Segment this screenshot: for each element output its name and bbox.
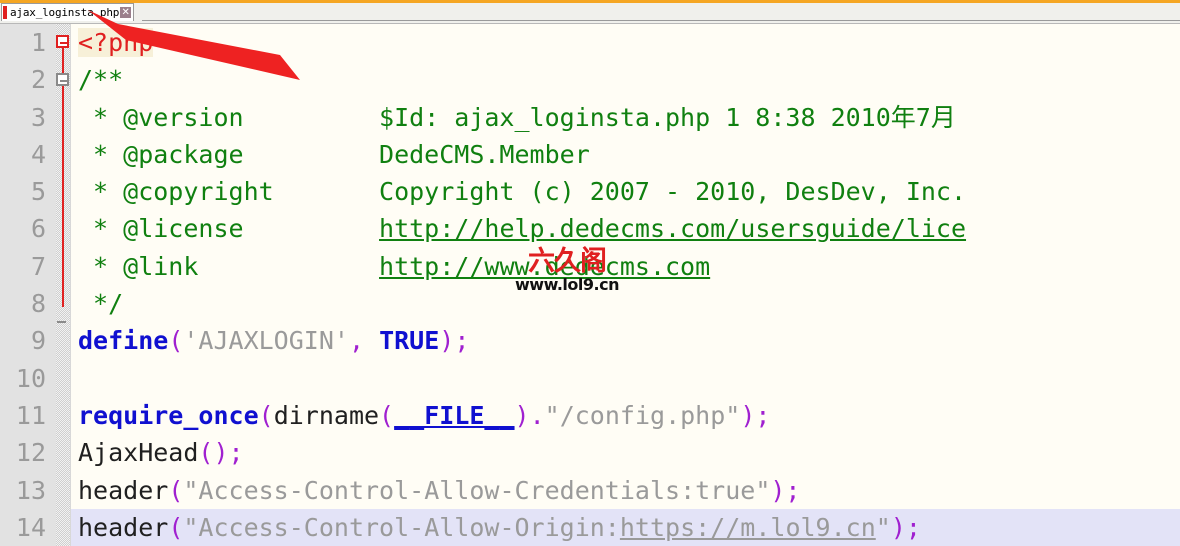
code-line[interactable]: 12 AjaxHead(); xyxy=(0,434,1180,471)
close-icon[interactable]: ✕ xyxy=(120,7,132,18)
code-token: * @copyright Copyright (c) 2007 - 2010, … xyxy=(78,177,967,207)
code-token: . xyxy=(529,400,545,430)
code-token: (); xyxy=(198,438,244,468)
code-line[interactable]: 1 <?php xyxy=(0,24,1180,61)
editor-area[interactable]: 1 <?php 2 /** 3 * @version $Id: ajax_loginst… xyxy=(0,24,1180,546)
tab-bar-empty-area xyxy=(142,3,1180,21)
code-lines: 1 <?php 2 /** 3 * @version $Id: ajax_loginst… xyxy=(0,24,1180,546)
code-token: AjaxHead xyxy=(78,438,199,468)
code-token: */ xyxy=(78,289,124,319)
code-line[interactable]: 4 * @package DedeCMS.Member xyxy=(0,136,1180,173)
line-number: 8 xyxy=(30,289,46,319)
code-line[interactable]: 6 * @license http://help.dedecms.com/use… xyxy=(0,210,1180,247)
code-text[interactable]: header("Access-Control-Allow-Credentials… xyxy=(78,472,800,509)
line-number: 6 xyxy=(30,214,46,244)
code-token: header xyxy=(78,475,169,505)
code-token: http://www.dedecms.com xyxy=(379,251,711,281)
code-token: * @package DedeCMS.Member xyxy=(78,139,590,169)
line-number: 4 xyxy=(30,139,46,169)
code-token: , xyxy=(348,326,365,356)
code-line[interactable]: 5 * @copyright Copyright (c) 2007 - 2010… xyxy=(0,173,1180,210)
code-token: require_once xyxy=(78,400,259,430)
line-number: 2 xyxy=(30,65,46,95)
code-text[interactable]: * @copyright Copyright (c) 2007 - 2010, … xyxy=(78,173,966,210)
line-number: 9 xyxy=(30,326,46,356)
code-token: "/config.php" xyxy=(544,400,741,430)
code-text[interactable]: * @license http://help.dedecms.com/users… xyxy=(78,210,966,247)
code-text[interactable]: /** xyxy=(78,61,123,98)
code-text[interactable]: AjaxHead(); xyxy=(78,434,244,471)
line-number: 5 xyxy=(30,177,46,207)
code-token: ); xyxy=(740,400,771,430)
code-token: " xyxy=(875,512,891,542)
code-token: "Access-Control-Allow-Credentials:true" xyxy=(183,475,771,505)
code-text[interactable]: * @package DedeCMS.Member xyxy=(78,136,590,173)
code-line[interactable]: 7 * @link http://www.dedecms.com xyxy=(0,248,1180,285)
code-text[interactable]: * @version $Id: ajax_loginsta.php 1 8:38… xyxy=(78,99,956,136)
code-token: http://help.dedecms.com/usersguide/lice xyxy=(379,214,967,244)
code-token: * @link xyxy=(78,251,380,281)
code-line[interactable]: 10 xyxy=(0,360,1180,397)
line-number: 1 xyxy=(30,28,46,57)
code-token: dirname xyxy=(273,400,380,430)
code-line[interactable]: 3 * @version $Id: ajax_loginsta.php 1 8:… xyxy=(0,99,1180,136)
code-line[interactable]: 13 header("Access-Control-Allow-Credentia… xyxy=(0,472,1180,509)
line-number: 11 xyxy=(15,400,46,430)
code-token: "Access-Control-Allow-Origin: xyxy=(183,512,620,542)
code-token: /** xyxy=(78,65,124,95)
code-line[interactable]: 11 require_once(dirname(__FILE__)."/confi… xyxy=(0,397,1180,434)
code-token: <?php xyxy=(78,28,154,57)
code-text[interactable]: */ xyxy=(78,285,123,322)
code-line[interactable]: 2 /** xyxy=(0,61,1180,98)
line-number: 13 xyxy=(15,475,46,505)
code-token: __FILE__ xyxy=(394,400,515,430)
line-number: 12 xyxy=(15,438,46,468)
code-token: ( xyxy=(258,400,274,430)
line-number: 14 xyxy=(15,512,46,542)
tab-modified-marker-icon xyxy=(3,6,7,19)
code-token: * @version $Id: ajax_loginsta.php 1 8:38… xyxy=(78,102,956,132)
code-token: ) xyxy=(514,400,530,430)
code-token: * @license xyxy=(78,214,380,244)
code-token: TRUE xyxy=(379,326,440,356)
code-token: https://m.lol9.cn xyxy=(619,512,876,542)
code-text[interactable]: * @link http://www.dedecms.com xyxy=(78,248,710,285)
code-token: ); xyxy=(890,512,921,542)
code-token: ); xyxy=(439,326,470,356)
code-token: ( xyxy=(168,512,184,542)
line-number: 7 xyxy=(30,251,46,281)
code-text[interactable]: define('AJAXLOGIN', TRUE); xyxy=(78,322,469,359)
code-token: ( xyxy=(168,475,184,505)
tab-bar: ajax_loginsta.php ✕ xyxy=(0,3,1180,21)
code-editor-window: ajax_loginsta.php ✕ 1 <?php 2 /** 3 * @versi… xyxy=(0,0,1180,546)
code-line[interactable]: 14 header("Access-Control-Allow-Origin:ht… xyxy=(0,508,1180,546)
tab-ajax-loginsta-php[interactable]: ajax_loginsta.php ✕ xyxy=(1,3,135,21)
line-number: 3 xyxy=(30,102,46,132)
code-text[interactable]: require_once(dirname(__FILE__)."/config.… xyxy=(78,397,770,434)
code-token: header xyxy=(78,512,169,542)
code-line[interactable]: 8 */ xyxy=(0,285,1180,322)
code-token: ( xyxy=(168,326,184,356)
code-token: define xyxy=(78,326,169,356)
code-text[interactable]: <?php xyxy=(78,24,154,61)
code-line[interactable]: 9 define('AJAXLOGIN', TRUE); xyxy=(0,322,1180,359)
code-text[interactable]: header("Access-Control-Allow-Origin:http… xyxy=(78,509,921,546)
code-token: ( xyxy=(379,400,395,430)
line-number: 10 xyxy=(15,363,46,393)
code-token: ); xyxy=(770,475,801,505)
tab-label: ajax_loginsta.php xyxy=(10,6,120,19)
code-token: 'AJAXLOGIN' xyxy=(183,326,349,356)
